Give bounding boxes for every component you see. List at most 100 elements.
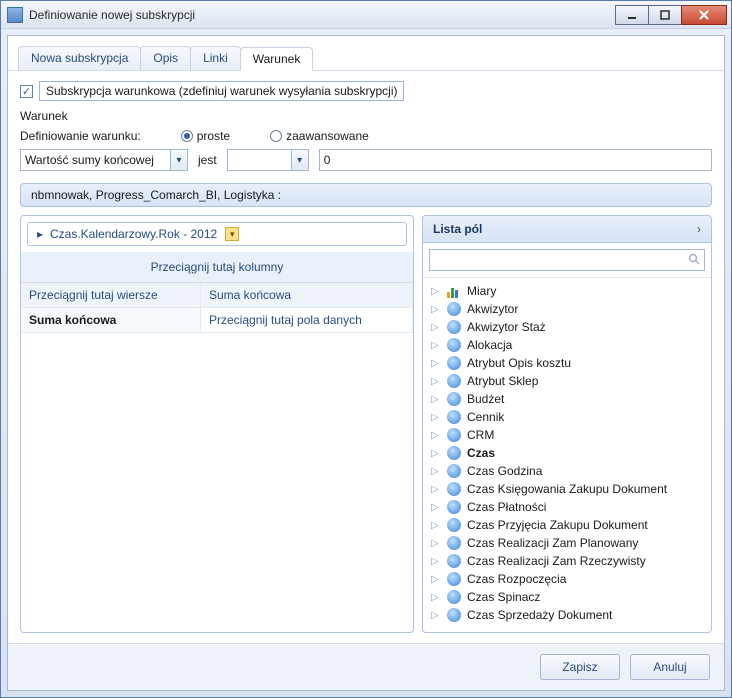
expand-icon[interactable]: ▷ [431,322,441,333]
chevron-down-icon[interactable]: ▾ [170,149,188,171]
fieldlist-item[interactable]: ▷Czas Realizacji Zam Rzeczywisty [429,552,709,570]
fieldlist-item-label: Miary [467,284,496,298]
close-button[interactable] [681,5,727,25]
tab-description[interactable]: Opis [140,46,191,70]
condition-section-label: Warunek [20,109,712,123]
expand-icon[interactable]: ▷ [431,394,441,405]
measures-icon [447,284,461,298]
field-select[interactable]: ▾ [20,149,188,171]
fieldlist-item-label: Czas Godzina [467,464,542,478]
filter-chip-dropdown[interactable]: ▾ [225,227,239,241]
filter-chip-caret[interactable]: ▸ [34,227,46,241]
pivot-row-label[interactable]: Suma końcowa [21,308,201,333]
dimension-icon [447,464,461,478]
definition-label: Definiowanie warunku: [20,129,141,143]
chevron-down-icon[interactable]: ▾ [291,149,309,171]
fieldlist-expand-icon[interactable]: › [697,222,701,236]
expand-icon[interactable]: ▷ [431,412,441,423]
fieldlist-header: Lista pól › [423,216,711,243]
expand-icon[interactable]: ▷ [431,466,441,477]
pivot-table[interactable]: Przeciągnij tutaj kolumny Przeciągnij tu… [21,252,413,632]
expand-icon[interactable]: ▷ [431,358,441,369]
pivot-data-dropzone[interactable]: Przeciągnij tutaj pola danych [201,308,413,333]
fieldlist-pane: Lista pól › ▷ Miary ▷ Akwizytor ▷Akwizytor S… [422,215,712,633]
expand-icon[interactable]: ▷ [431,304,441,315]
fieldlist-item[interactable]: ▷Czas [429,444,709,462]
mode-advanced-label: zaawansowane [286,129,369,143]
fieldlist-item[interactable]: ▷Czas Płatności [429,498,709,516]
expand-icon[interactable]: ▷ [431,556,441,567]
fieldlist-item[interactable]: ▷ Czas Spinacz [429,588,709,606]
fieldlist-item[interactable]: ▷ Czas Godzina [429,462,709,480]
fieldlist-item[interactable]: ▷Cennik [429,408,709,426]
value-input[interactable] [319,149,712,171]
maximize-button[interactable] [648,5,682,25]
two-pane: ▸ Czas.Kalendarzowy.Rok - 2012 ▾ Przecią… [20,215,712,633]
expand-icon[interactable]: ▷ [431,376,441,387]
fieldlist-item[interactable]: ▷Czas Rozpoczęcia [429,570,709,588]
field-select-value[interactable] [20,149,170,171]
conditional-subscription-row: ✓ Subskrypcja warunkowa (zdefiniuj warun… [20,81,712,101]
pivot-pane: ▸ Czas.Kalendarzowy.Rok - 2012 ▾ Przecią… [20,215,414,633]
operator-select-value[interactable] [227,149,291,171]
fieldlist-item-label: Czas Spinacz [467,590,540,604]
dimension-icon [447,608,461,622]
minimize-button[interactable] [615,5,649,25]
fieldlist-item[interactable]: ▷Akwizytor Staż [429,318,709,336]
fieldlist-item[interactable]: ▷ CRM [429,426,709,444]
expand-icon[interactable]: ▷ [431,484,441,495]
fieldlist-search[interactable] [429,249,705,271]
mode-simple-radio[interactable]: proste [181,129,230,143]
fieldlist-item-label: Czas Przyjęcia Zakupu Dokument [467,518,648,532]
expand-icon[interactable]: ▷ [431,502,441,513]
pivot-row-dropzone[interactable]: Przeciągnij tutaj wiersze [21,283,201,308]
conditional-subscription-checkbox[interactable]: ✓ [20,85,33,98]
expand-icon[interactable]: ▷ [431,448,441,459]
fieldlist-item-label: Atrybut Opis kosztu [467,356,571,370]
expand-icon[interactable]: ▷ [431,574,441,585]
operator-select[interactable]: ▾ [227,149,309,171]
tab-links[interactable]: Linki [190,46,241,70]
save-button[interactable]: Zapisz [540,654,620,680]
dimension-icon [447,374,461,388]
fieldlist-search-wrap [423,243,711,277]
fieldlist-tree[interactable]: ▷ Miary ▷ Akwizytor ▷Akwizytor Staż▷Alokacja… [423,277,711,632]
pivot-column-header[interactable]: Suma końcowa [201,283,413,308]
tab-new-subscription[interactable]: Nowa subskrypcja [18,46,141,70]
dimension-icon [447,590,461,604]
expand-icon[interactable]: ▷ [431,538,441,549]
dimension-icon [447,572,461,586]
window-buttons [616,5,727,25]
tabstrip: Nowa subskrypcja Opis Linki Warunek [8,36,724,71]
mode-advanced-radio[interactable]: zaawansowane [270,129,369,143]
window-frame: Definiowanie nowej subskrypcji Nowa subs… [0,0,732,698]
fieldlist-search-input[interactable] [430,251,684,269]
window-title: Definiowanie nowej subskrypcji [29,8,616,22]
expand-icon[interactable]: ▷ [431,520,441,531]
search-icon[interactable] [684,253,704,268]
filter-chip-label[interactable]: Czas.Kalendarzowy.Rok - 2012 [50,227,217,241]
fieldlist-item[interactable]: ▷Budżet [429,390,709,408]
dimension-icon [447,518,461,532]
fieldlist-item[interactable]: ▷ Miary [429,282,709,300]
expand-icon[interactable]: ▷ [431,286,441,297]
fieldlist-item[interactable]: ▷Atrybut Sklep [429,372,709,390]
cancel-button[interactable]: Anuluj [630,654,710,680]
fieldlist-item[interactable]: ▷ Akwizytor [429,300,709,318]
fieldlist-item[interactable]: ▷Czas Realizacji Zam Planowany [429,534,709,552]
pivot-column-dropzone[interactable]: Przeciągnij tutaj kolumny [21,252,413,283]
client-area: Nowa subskrypcja Opis Linki Warunek ✓ Su… [7,35,725,691]
fieldlist-item[interactable]: ▷ Czas Przyjęcia Zakupu Dokument [429,516,709,534]
expand-icon[interactable]: ▷ [431,610,441,621]
tab-condition[interactable]: Warunek [240,47,314,71]
expand-icon[interactable]: ▷ [431,430,441,441]
expand-icon[interactable]: ▷ [431,592,441,603]
fieldlist-item-label: Akwizytor [467,302,518,316]
fieldlist-item[interactable]: ▷Czas Sprzedaży Dokument [429,606,709,624]
fieldlist-item[interactable]: ▷Alokacja [429,336,709,354]
fieldlist-item[interactable]: ▷Czas Księgowania Zakupu Dokument [429,480,709,498]
fieldlist-item[interactable]: ▷ Atrybut Opis kosztu [429,354,709,372]
dimension-icon [447,392,461,406]
expand-icon[interactable]: ▷ [431,340,441,351]
fieldlist-item-label: CRM [467,428,494,442]
